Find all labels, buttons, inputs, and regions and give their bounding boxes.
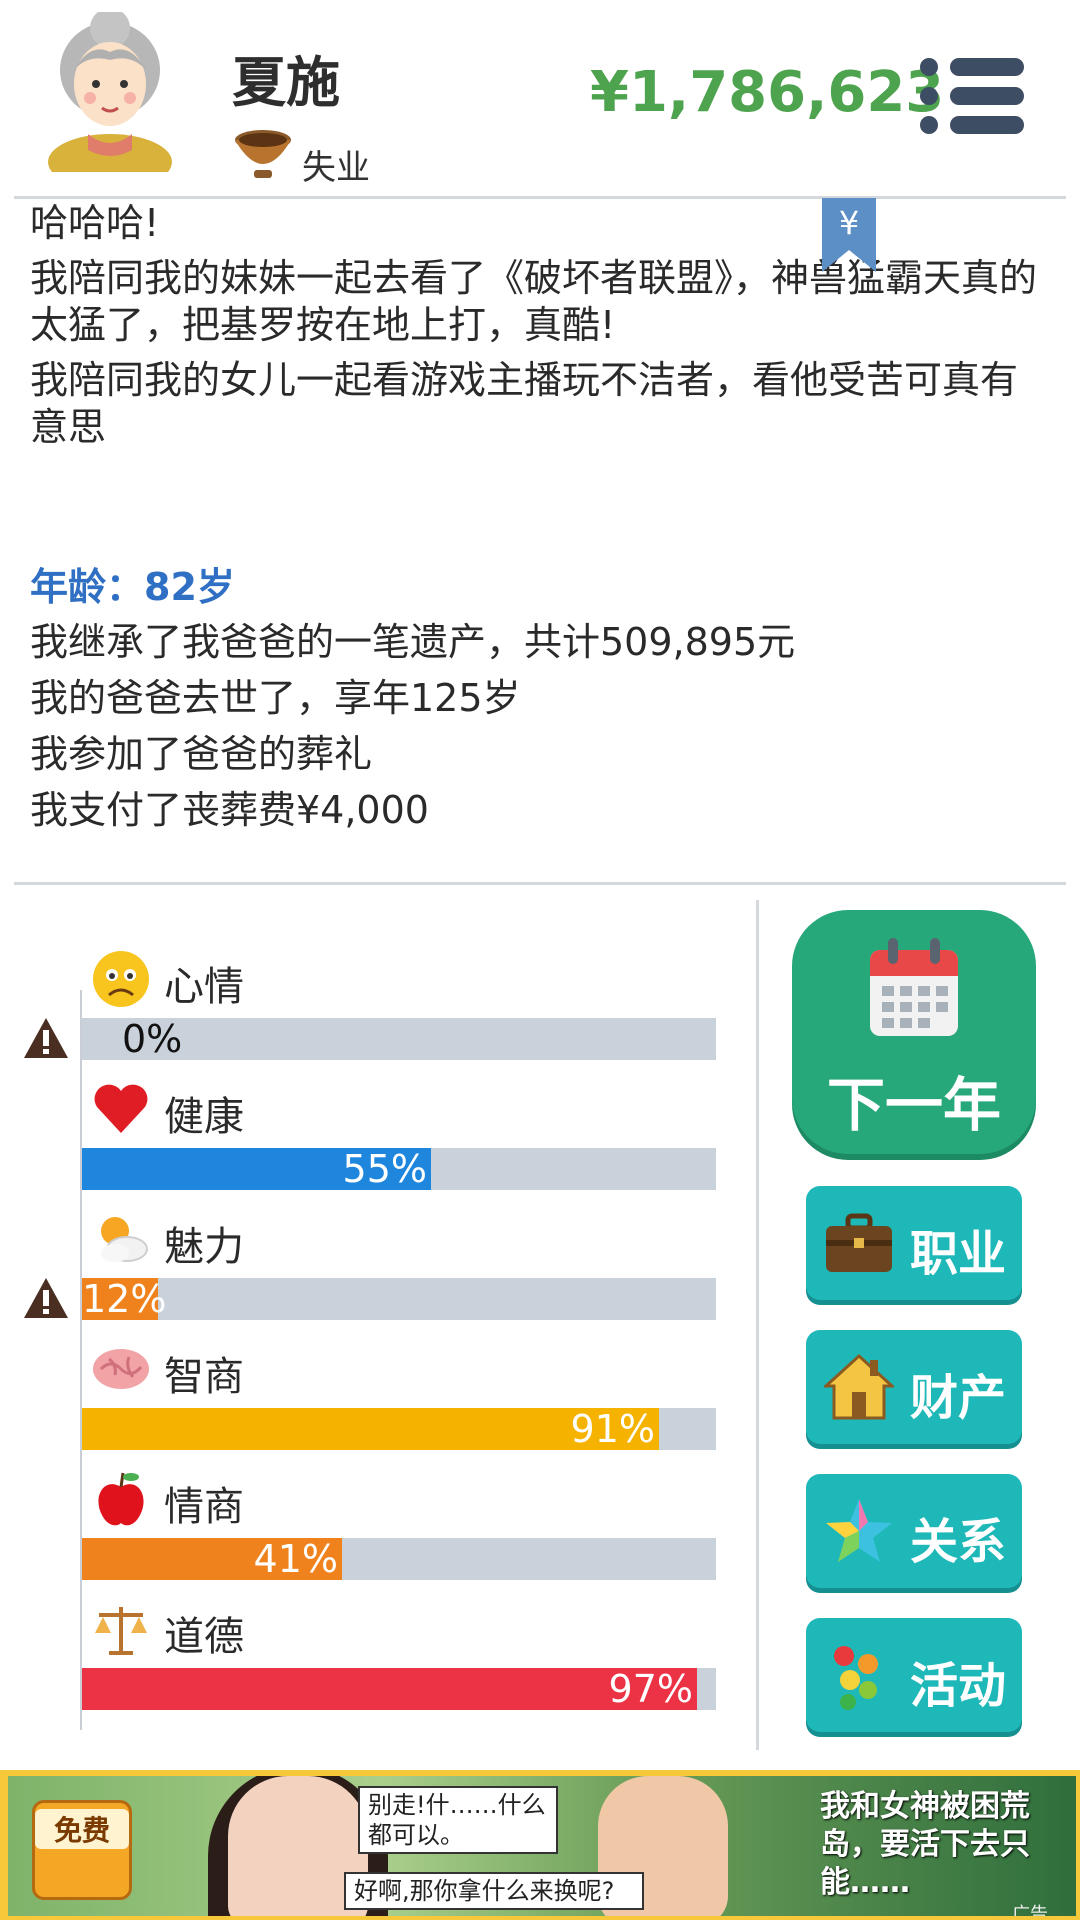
briefcase-icon — [826, 1213, 892, 1272]
brain-icon — [90, 1338, 152, 1400]
ad-speech-bubble: 好啊,那你拿什么来换呢? — [344, 1872, 644, 1910]
ad-banner[interactable]: 免费 别走!什……什么都可以。 好啊,那你拿什么来换呢? 我和女神被困荒岛，要活… — [0, 1770, 1080, 1920]
stat-bar: 55% — [82, 1148, 716, 1190]
stat-bar-fill — [82, 1668, 697, 1710]
assets-button[interactable]: 财产 — [806, 1330, 1022, 1444]
activity-dots-icon — [834, 1646, 878, 1710]
stat-bar: 97% — [82, 1668, 716, 1710]
stat-value: 41% — [253, 1537, 338, 1581]
money-bookmark-icon[interactable]: ¥ — [822, 198, 876, 272]
calendar-icon — [870, 938, 958, 1036]
scales-icon — [90, 1598, 152, 1660]
panel-divider — [756, 900, 759, 1750]
next-year-button[interactable]: 下一年 — [792, 910, 1036, 1154]
job-status: 失业 — [302, 148, 370, 188]
ad-image[interactable]: 免费 别走!什……什么都可以。 好啊,那你拿什么来换呢? 我和女神被困荒岛，要活… — [8, 1776, 1076, 1916]
assets-label: 财产 — [910, 1370, 1007, 1426]
stat-label: 情商 — [164, 1484, 244, 1530]
svg-text:¥: ¥ — [839, 204, 859, 242]
stat-value: 91% — [570, 1407, 655, 1451]
stat-label: 道德 — [164, 1614, 244, 1660]
stat-row: 智商 91% — [0, 1338, 740, 1468]
activities-button[interactable]: 活动 — [806, 1618, 1022, 1732]
sad-face-icon — [90, 948, 152, 1010]
header-divider — [14, 196, 1066, 199]
ad-speech-bubble: 别走!什……什么都可以。 — [358, 1786, 558, 1854]
log-line: 我陪同我的妹妹一起去看了《破坏者联盟》，神兽猛霸天真的太猛了，把基罗按在地上打，… — [30, 256, 1038, 347]
stat-value: 97% — [608, 1667, 693, 1711]
stat-bar: 41% — [82, 1538, 716, 1580]
elderly-woman-avatar[interactable] — [40, 12, 180, 172]
stat-row: 心情 0% — [0, 948, 740, 1078]
log-line: 我陪同我的女儿一起看游戏主播玩不洁者，看他受苦可真有意思 — [30, 358, 1019, 449]
stat-bar: 12% — [82, 1278, 716, 1320]
ad-headline: 我和女神被困荒岛，要活下去只能…… — [820, 1789, 1030, 1900]
character-name: 夏施 — [232, 51, 340, 114]
stat-label: 健康 — [164, 1094, 244, 1140]
activities-label: 活动 — [910, 1658, 1007, 1714]
heart-icon — [90, 1078, 152, 1140]
stat-row: 魅力 12% — [0, 1208, 740, 1338]
career-label: 职业 — [910, 1226, 1007, 1282]
log-line: 我继承了我爸爸的一笔遗产，共计509,895元 — [30, 620, 796, 664]
age-heading: 年龄：82岁 — [30, 565, 235, 609]
stat-value: 55% — [342, 1147, 427, 1191]
relations-label: 关系 — [910, 1514, 1007, 1570]
profile-header: 夏施 失业 ¥1,786,623 — [0, 0, 1080, 196]
career-button[interactable]: 职业 — [806, 1186, 1022, 1300]
next-year-label: 下一年 — [826, 1071, 1001, 1139]
money-balance: ¥1,786,623 — [590, 60, 945, 125]
stat-value: 12% — [82, 1277, 167, 1321]
relations-button[interactable]: 关系 — [806, 1474, 1022, 1588]
star-icon — [826, 1499, 892, 1562]
stat-label: 智商 — [164, 1354, 244, 1400]
log-line: 哈哈哈! — [30, 201, 160, 245]
ad-label: 广告 — [1012, 1904, 1048, 1916]
year-events: 我继承了我爸爸的一笔遗产，共计509,895元 我的爸爸去世了，享年125岁 我… — [30, 614, 795, 838]
log-divider — [14, 882, 1066, 885]
free-badge: 免费 — [32, 1800, 132, 1900]
begging-bowl-icon — [235, 130, 291, 178]
stat-value: 0% — [122, 1017, 183, 1061]
stat-row: 道德 97% — [0, 1598, 740, 1728]
stat-label: 心情 — [164, 964, 244, 1010]
stat-bar: 91% — [82, 1408, 716, 1450]
stat-row: 情商 41% — [0, 1468, 740, 1598]
stat-label: 魅力 — [164, 1224, 244, 1270]
event-log[interactable]: 哈哈哈! 我陪同我的妹妹一起去看了《破坏者联盟》，神兽猛霸天真的太猛了，把基罗按… — [30, 200, 1040, 459]
apple-icon — [90, 1468, 152, 1530]
stat-row: 健康 55% — [0, 1078, 740, 1208]
house-icon — [824, 1353, 894, 1420]
warning-icon — [22, 1016, 70, 1060]
stat-bar: 0% — [82, 1018, 716, 1060]
sun-cloud-icon — [90, 1208, 152, 1270]
log-line: 我支付了丧葬费¥4,000 — [30, 788, 429, 832]
warning-icon — [22, 1276, 70, 1320]
log-line: 我的爸爸去世了，享年125岁 — [30, 676, 521, 720]
menu-button[interactable] — [920, 58, 1024, 134]
log-line: 我参加了爸爸的葬礼 — [30, 732, 373, 776]
